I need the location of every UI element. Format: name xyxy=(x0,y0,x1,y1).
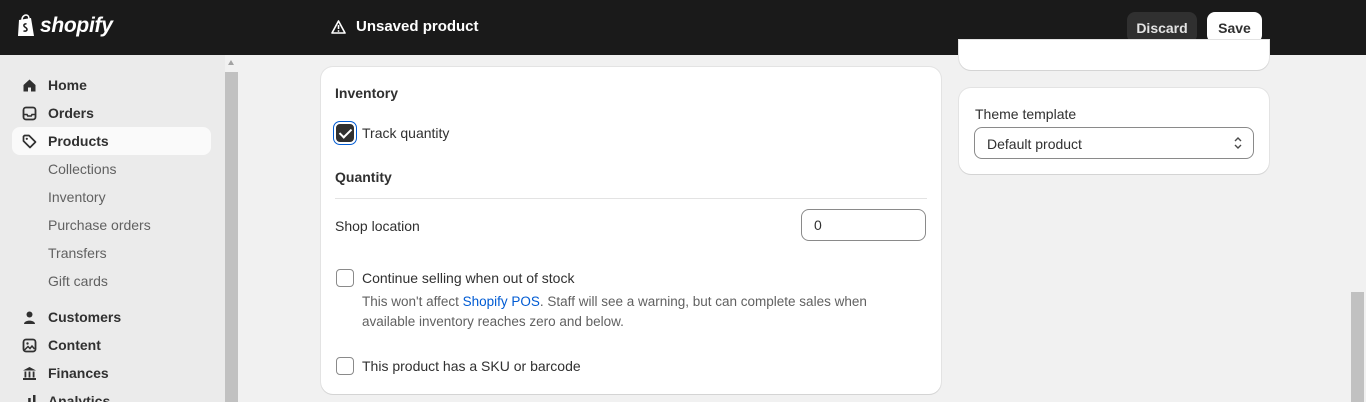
shop-location-quantity-input[interactable] xyxy=(801,209,926,241)
sidebar-scrollbar-thumb[interactable] xyxy=(225,72,238,402)
unsaved-status-text: Unsaved product xyxy=(356,18,479,35)
sidebar-item-label: Products xyxy=(48,133,109,149)
quantity-title: Quantity xyxy=(335,169,392,185)
sidebar-subitem-collections[interactable]: Collections xyxy=(12,155,211,183)
previous-card-bottom xyxy=(959,40,1269,70)
shop-location-label: Shop location xyxy=(335,218,420,234)
sidebar-subitem-label: Gift cards xyxy=(48,273,108,289)
track-quantity-label[interactable]: Track quantity xyxy=(362,125,449,141)
shopify-pos-link[interactable]: Shopify POS xyxy=(463,294,540,309)
save-button[interactable]: Save xyxy=(1207,12,1262,43)
sidebar-item-label: Finances xyxy=(48,365,109,381)
page-scrollbar[interactable] xyxy=(1349,55,1366,402)
sidebar-item-content[interactable]: Content xyxy=(12,331,211,359)
sidebar-subitem-label: Collections xyxy=(48,161,117,177)
unsaved-status: Unsaved product xyxy=(331,18,479,35)
home-icon xyxy=(23,79,36,92)
sidebar-item-orders[interactable]: Orders xyxy=(12,99,211,127)
shopify-logo[interactable]: shopify xyxy=(16,14,113,38)
sidebar-item-analytics[interactable]: Analytics xyxy=(12,387,211,402)
sidebar-subitem-gift-cards[interactable]: Gift cards xyxy=(12,267,211,295)
sidebar-scrollbar[interactable] xyxy=(225,55,238,402)
sidebar-item-products[interactable]: Products xyxy=(12,127,211,155)
sidebar-subitem-label: Inventory xyxy=(48,189,106,205)
sidebar-item-label: Orders xyxy=(48,105,94,121)
help-text-prefix: This won't affect xyxy=(362,294,463,309)
inventory-title: Inventory xyxy=(335,85,399,101)
sidebar-item-finances[interactable]: Finances xyxy=(12,359,211,387)
page-scrollbar-thumb[interactable] xyxy=(1351,292,1364,402)
select-chevrons-icon xyxy=(1234,137,1242,149)
sidebar-subitem-purchase-orders[interactable]: Purchase orders xyxy=(12,211,211,239)
continue-selling-label[interactable]: Continue selling when out of stock xyxy=(362,270,574,286)
orders-icon xyxy=(22,106,37,121)
continue-selling-help-text: This won't affect Shopify POS. Staff wil… xyxy=(362,292,902,332)
theme-template-selected-value: Default product xyxy=(987,136,1082,152)
theme-template-label: Theme template xyxy=(975,106,1077,122)
sidebar-subitem-transfers[interactable]: Transfers xyxy=(12,239,211,267)
continue-selling-checkbox[interactable] xyxy=(336,269,354,287)
sidebar-item-label: Analytics xyxy=(48,393,111,402)
sidebar-subitem-inventory[interactable]: Inventory xyxy=(12,183,211,211)
inventory-card: Inventory Track quantity Quantity Shop l… xyxy=(321,67,941,394)
quantity-divider xyxy=(335,198,927,199)
theme-template-select[interactable]: Default product xyxy=(974,127,1254,159)
bank-icon xyxy=(23,367,36,380)
shopify-bag-icon xyxy=(18,14,34,36)
sidebar-subitem-label: Purchase orders xyxy=(48,217,151,233)
sidebar-item-label: Customers xyxy=(48,309,122,325)
warning-icon xyxy=(331,19,346,34)
bar-chart-icon xyxy=(28,395,36,402)
brand-name: shopify xyxy=(40,14,113,37)
theme-template-card: Theme template Default product xyxy=(959,88,1269,174)
sidebar-item-home[interactable]: Home xyxy=(12,71,211,99)
discard-button[interactable]: Discard xyxy=(1127,12,1197,43)
sidebar-item-label: Home xyxy=(48,77,87,93)
sku-barcode-label[interactable]: This product has a SKU or barcode xyxy=(362,358,581,374)
sidebar-item-label: Content xyxy=(48,337,101,353)
person-icon xyxy=(24,311,35,324)
sku-barcode-checkbox[interactable] xyxy=(336,357,354,375)
sidebar-item-customers[interactable]: Customers xyxy=(12,303,211,331)
image-icon xyxy=(22,338,37,353)
sidebar-subitem-label: Transfers xyxy=(48,245,107,261)
scroll-up-arrow-icon[interactable] xyxy=(228,60,234,65)
track-quantity-checkbox[interactable] xyxy=(336,124,354,142)
sidebar: Home Orders Products Collections Invento… xyxy=(0,55,225,402)
tag-icon xyxy=(22,134,37,149)
